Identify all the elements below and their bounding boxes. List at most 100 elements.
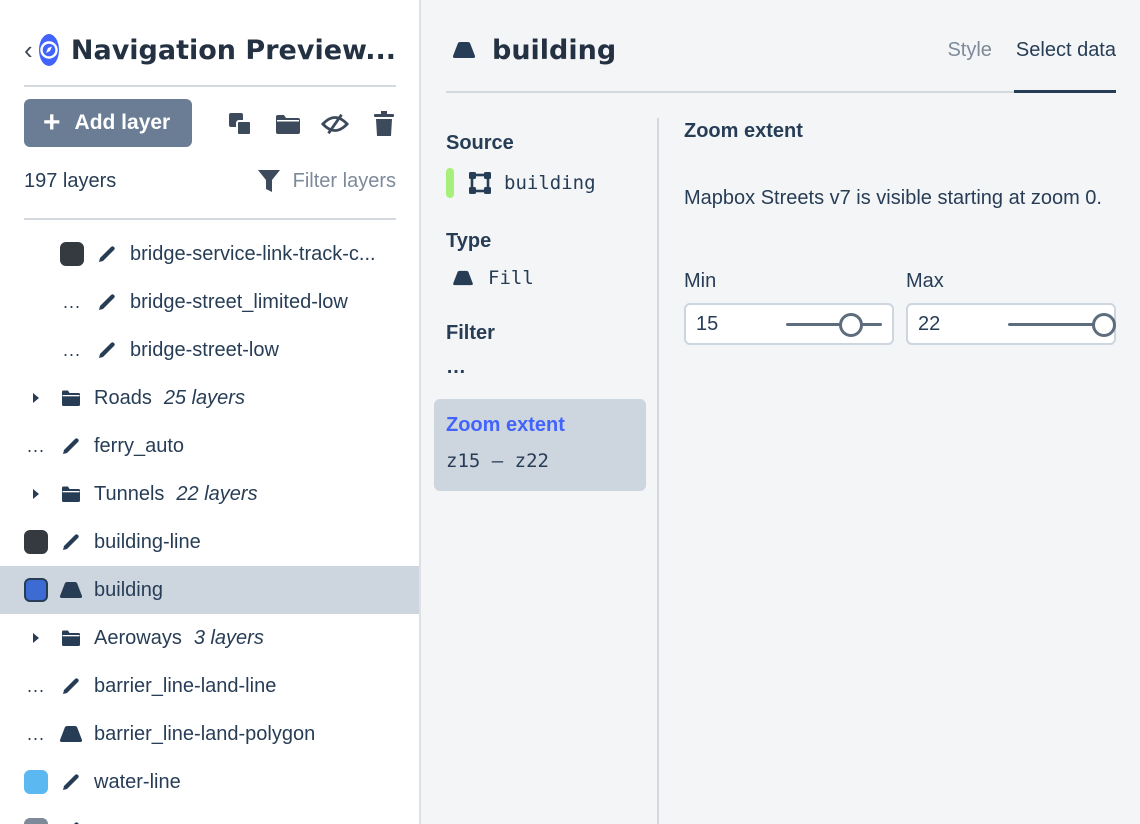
max-zoom-slider-handle[interactable] <box>1092 313 1116 337</box>
folder-icon <box>58 389 84 407</box>
expand-caret-icon[interactable] <box>24 392 48 404</box>
back-chevron-icon[interactable]: ‹ <box>24 37 37 63</box>
source-indicator <box>446 168 454 198</box>
min-zoom-control <box>684 303 894 345</box>
layer-group-row[interactable]: Aeroways 3 layers <box>0 614 419 662</box>
layer-title: building <box>452 28 616 72</box>
layer-row[interactable]: building <box>0 566 419 614</box>
layer-name: barrier_line-land-line <box>94 674 277 697</box>
layer-row[interactable]: ... barrier_line-land-line <box>0 662 419 710</box>
layer-row[interactable]: ... ferry_auto <box>0 422 419 470</box>
add-layer-button[interactable]: + Add layer <box>24 99 192 147</box>
layer-toolbar: 197 layers Filter layers <box>24 168 396 194</box>
layer-name: Aeroways <box>94 626 182 649</box>
expand-caret-icon[interactable] <box>24 632 48 644</box>
source-selector[interactable]: building <box>446 166 596 200</box>
layer-name: bridge-service-link-track-c... <box>130 242 376 265</box>
layer-row[interactable]: ... bridge-street-low <box>0 326 419 374</box>
min-zoom-slider-handle[interactable] <box>839 313 864 337</box>
layer-name: Tunnels <box>94 482 165 505</box>
filter-heading: Filter <box>446 322 495 344</box>
type-value: Fill <box>488 267 534 289</box>
min-zoom-input[interactable] <box>696 313 756 336</box>
max-zoom-slider[interactable] <box>1008 313 1116 337</box>
max-zoom-control <box>906 303 1116 345</box>
layer-color-swatch[interactable] <box>24 578 48 602</box>
fill-layer-icon <box>58 581 84 599</box>
column-divider <box>657 118 659 824</box>
type-selector[interactable]: Fill <box>452 262 534 294</box>
polygon-source-icon <box>469 172 491 194</box>
layer-row[interactable] <box>0 806 419 824</box>
layer-more-indicator[interactable]: ... <box>60 340 84 361</box>
plus-icon: + <box>43 106 61 139</box>
layer-name: Roads <box>94 386 152 409</box>
line-layer-icon <box>58 531 84 553</box>
max-zoom-input[interactable] <box>918 313 978 336</box>
fill-layer-icon <box>452 42 476 58</box>
line-layer-icon <box>58 771 84 793</box>
min-zoom-slider[interactable] <box>786 313 882 337</box>
layer-name: water-line <box>94 770 181 793</box>
duplicate-icon[interactable] <box>226 110 254 138</box>
layer-row[interactable]: ... barrier_line-land-polygon <box>0 710 419 758</box>
layer-color-swatch[interactable] <box>24 530 48 554</box>
layer-name: bridge-street-low <box>130 338 279 361</box>
line-layer-icon <box>58 435 84 457</box>
slider-track <box>786 323 882 326</box>
zoom-description: Mapbox Streets v7 is visible starting at… <box>684 187 1102 209</box>
zoom-extent-card[interactable]: Zoom extent z15 – z22 <box>434 399 646 491</box>
type-heading: Type <box>446 230 492 252</box>
filter-layers-control[interactable]: Filter layers <box>257 168 396 194</box>
layer-color-swatch[interactable] <box>24 770 48 794</box>
group-layer-count: 25 layers <box>163 386 245 409</box>
divider <box>24 218 396 220</box>
layer-color-swatch[interactable] <box>60 242 84 266</box>
slider-track <box>1008 323 1104 326</box>
zoom-extent-heading: Zoom extent <box>446 414 565 436</box>
layer-name: ferry_auto <box>94 434 185 457</box>
tab-select-data[interactable]: Select data <box>1016 30 1116 70</box>
zoom-extent-value: z15 – z22 <box>446 450 549 472</box>
line-layer-icon <box>94 291 120 313</box>
divider <box>24 85 396 87</box>
layer-group-row[interactable]: Tunnels 22 layers <box>0 470 419 518</box>
min-label: Min <box>684 270 717 292</box>
layer-row[interactable]: bridge-service-link-track-c... <box>0 230 419 278</box>
mapbox-logo-icon <box>38 34 59 66</box>
layer-row[interactable]: building-line <box>0 518 419 566</box>
panel-header: ‹ Navigation Preview... <box>24 28 396 72</box>
layer-row[interactable]: water-line <box>0 758 419 806</box>
trash-icon[interactable] <box>370 110 398 138</box>
folder-icon[interactable] <box>274 110 302 138</box>
folder-icon <box>58 629 84 647</box>
style-title[interactable]: Navigation Preview... <box>71 35 396 66</box>
active-tab-indicator <box>1014 90 1116 93</box>
expand-caret-icon[interactable] <box>24 488 48 500</box>
layer-more-indicator[interactable]: ... <box>24 436 48 457</box>
line-layer-icon <box>58 675 84 697</box>
layer-more-indicator[interactable]: ... <box>24 724 48 745</box>
zoom-panel-title: Zoom extent <box>684 120 803 142</box>
layer-group-row[interactable]: Roads 25 layers <box>0 374 419 422</box>
layer-name: bridge-street_limited-low <box>130 290 348 313</box>
filter-value[interactable]: … <box>446 356 467 379</box>
layers-panel: ‹ Navigation Preview... + Add layer 197 … <box>0 0 421 824</box>
layer-color-swatch[interactable] <box>24 818 48 824</box>
layer-count: 197 layers <box>24 169 117 192</box>
hide-visibility-icon[interactable] <box>321 110 349 138</box>
line-layer-icon <box>58 819 84 824</box>
line-layer-icon <box>94 243 120 265</box>
layer-name: building <box>94 578 163 601</box>
tab-style[interactable]: Style <box>947 30 991 70</box>
layer-more-indicator[interactable]: ... <box>60 292 84 313</box>
filter-funnel-icon <box>257 170 280 192</box>
fill-layer-icon <box>58 725 84 743</box>
layer-list: bridge-service-link-track-c...... bridge-… <box>0 230 419 824</box>
group-layer-count: 3 layers <box>193 626 264 649</box>
group-layer-count: 22 layers <box>176 482 258 505</box>
layer-more-indicator[interactable]: ... <box>24 676 48 697</box>
add-layer-label: Add layer <box>74 111 171 134</box>
layer-row[interactable]: ... bridge-street_limited-low <box>0 278 419 326</box>
tab-bar: Style Select data <box>923 30 1116 70</box>
